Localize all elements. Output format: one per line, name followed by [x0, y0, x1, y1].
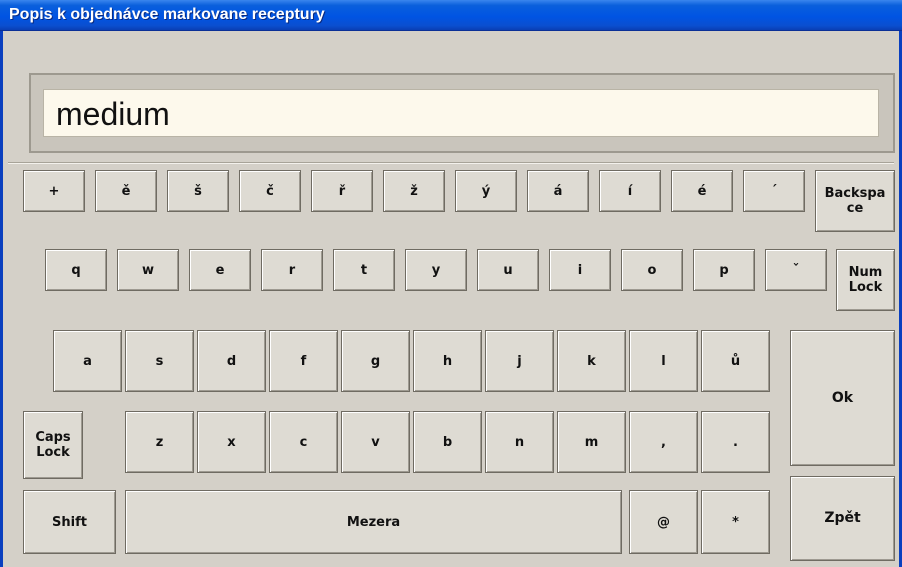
- key-h[interactable]: h: [413, 330, 482, 392]
- key-n[interactable]: n: [485, 411, 554, 473]
- shift-key[interactable]: Shift: [23, 490, 116, 554]
- key-q[interactable]: q: [45, 249, 107, 291]
- key-asterisk[interactable]: *: [701, 490, 770, 554]
- key-plus[interactable]: +: [23, 170, 85, 212]
- divider: [8, 162, 894, 164]
- key-acute-accent[interactable]: ´: [743, 170, 805, 212]
- key-m[interactable]: m: [557, 411, 626, 473]
- num-lock-key[interactable]: Num Lock: [836, 249, 895, 311]
- ok-button[interactable]: Ok: [790, 330, 895, 466]
- key-c[interactable]: c: [269, 411, 338, 473]
- space-key[interactable]: Mezera: [125, 490, 622, 554]
- key-k[interactable]: k: [557, 330, 626, 392]
- key-l[interactable]: l: [629, 330, 698, 392]
- key-t[interactable]: t: [333, 249, 395, 291]
- key-y-acute[interactable]: ý: [455, 170, 517, 212]
- title-bar[interactable]: Popis k objednávce markovane receptury: [0, 0, 902, 31]
- key-e[interactable]: e: [189, 249, 251, 291]
- key-u[interactable]: u: [477, 249, 539, 291]
- key-b[interactable]: b: [413, 411, 482, 473]
- key-g[interactable]: g: [341, 330, 410, 392]
- key-comma[interactable]: ,: [629, 411, 698, 473]
- key-i[interactable]: i: [549, 249, 611, 291]
- key-j[interactable]: j: [485, 330, 554, 392]
- key-w[interactable]: w: [117, 249, 179, 291]
- key-z[interactable]: z: [125, 411, 194, 473]
- key-r-caron[interactable]: ř: [311, 170, 373, 212]
- key-caron[interactable]: ˇ: [765, 249, 827, 291]
- key-i-acute[interactable]: í: [599, 170, 661, 212]
- key-e-acute[interactable]: é: [671, 170, 733, 212]
- backspace-key[interactable]: Backspa ce: [815, 170, 895, 232]
- key-d[interactable]: d: [197, 330, 266, 392]
- key-a[interactable]: a: [53, 330, 122, 392]
- key-u-ring[interactable]: ů: [701, 330, 770, 392]
- back-button[interactable]: Zpět: [790, 476, 895, 561]
- key-v[interactable]: v: [341, 411, 410, 473]
- key-period[interactable]: .: [701, 411, 770, 473]
- key-at[interactable]: @: [629, 490, 698, 554]
- key-a-acute[interactable]: á: [527, 170, 589, 212]
- key-s[interactable]: s: [125, 330, 194, 392]
- key-f[interactable]: f: [269, 330, 338, 392]
- key-s-caron[interactable]: š: [167, 170, 229, 212]
- key-x[interactable]: x: [197, 411, 266, 473]
- caps-lock-key[interactable]: Caps Lock: [23, 411, 83, 479]
- key-e-caron[interactable]: ě: [95, 170, 157, 212]
- key-z-caron[interactable]: ž: [383, 170, 445, 212]
- window-title: Popis k objednávce markovane receptury: [9, 6, 325, 23]
- key-p[interactable]: p: [693, 249, 755, 291]
- key-y[interactable]: y: [405, 249, 467, 291]
- key-c-caron[interactable]: č: [239, 170, 301, 212]
- description-input[interactable]: medium: [43, 89, 879, 137]
- key-o[interactable]: o: [621, 249, 683, 291]
- key-r[interactable]: r: [261, 249, 323, 291]
